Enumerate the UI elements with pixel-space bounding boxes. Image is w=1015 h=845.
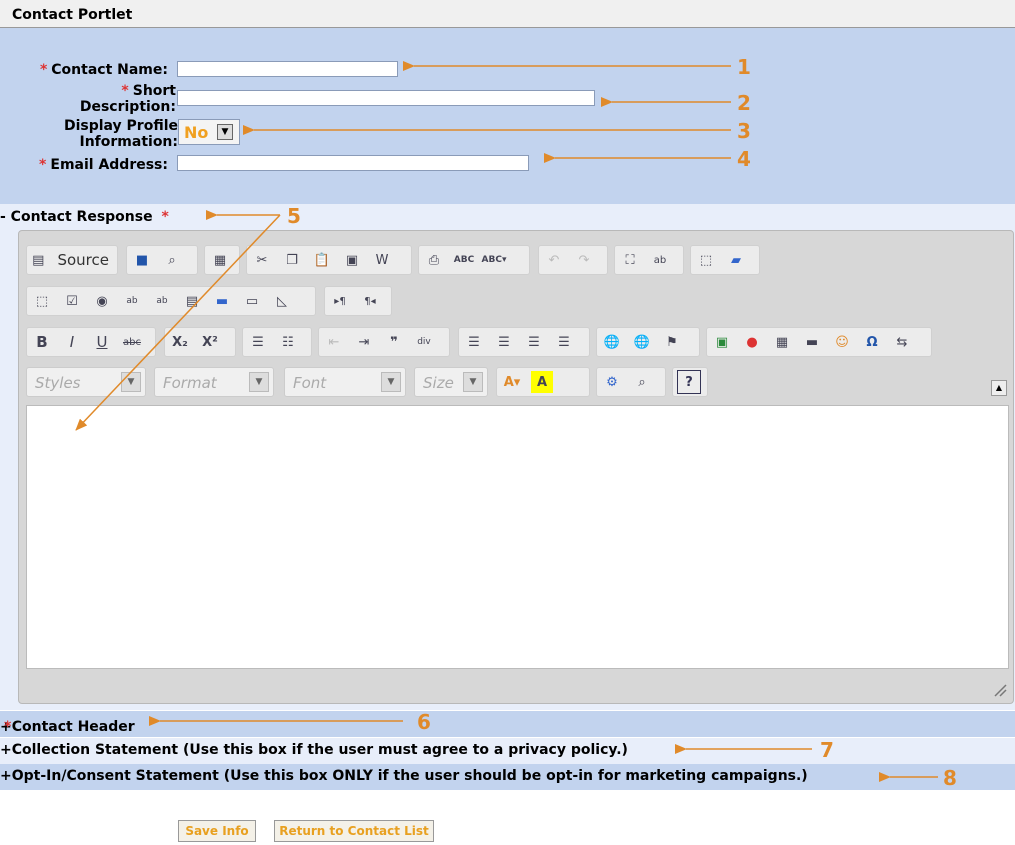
annotation-number: 6: [417, 710, 431, 734]
annotation-number: 4: [737, 147, 751, 171]
annotation-number: 3: [737, 119, 751, 143]
annotation-number: 5: [287, 204, 301, 228]
annotation-number: 8: [943, 766, 957, 790]
annotation-number: 1: [737, 55, 751, 79]
annotation-arrow-5b: [75, 214, 281, 431]
annotation-arrows: [75, 61, 938, 782]
annotation-number: 7: [820, 738, 834, 762]
annotation-number: 2: [737, 91, 751, 115]
